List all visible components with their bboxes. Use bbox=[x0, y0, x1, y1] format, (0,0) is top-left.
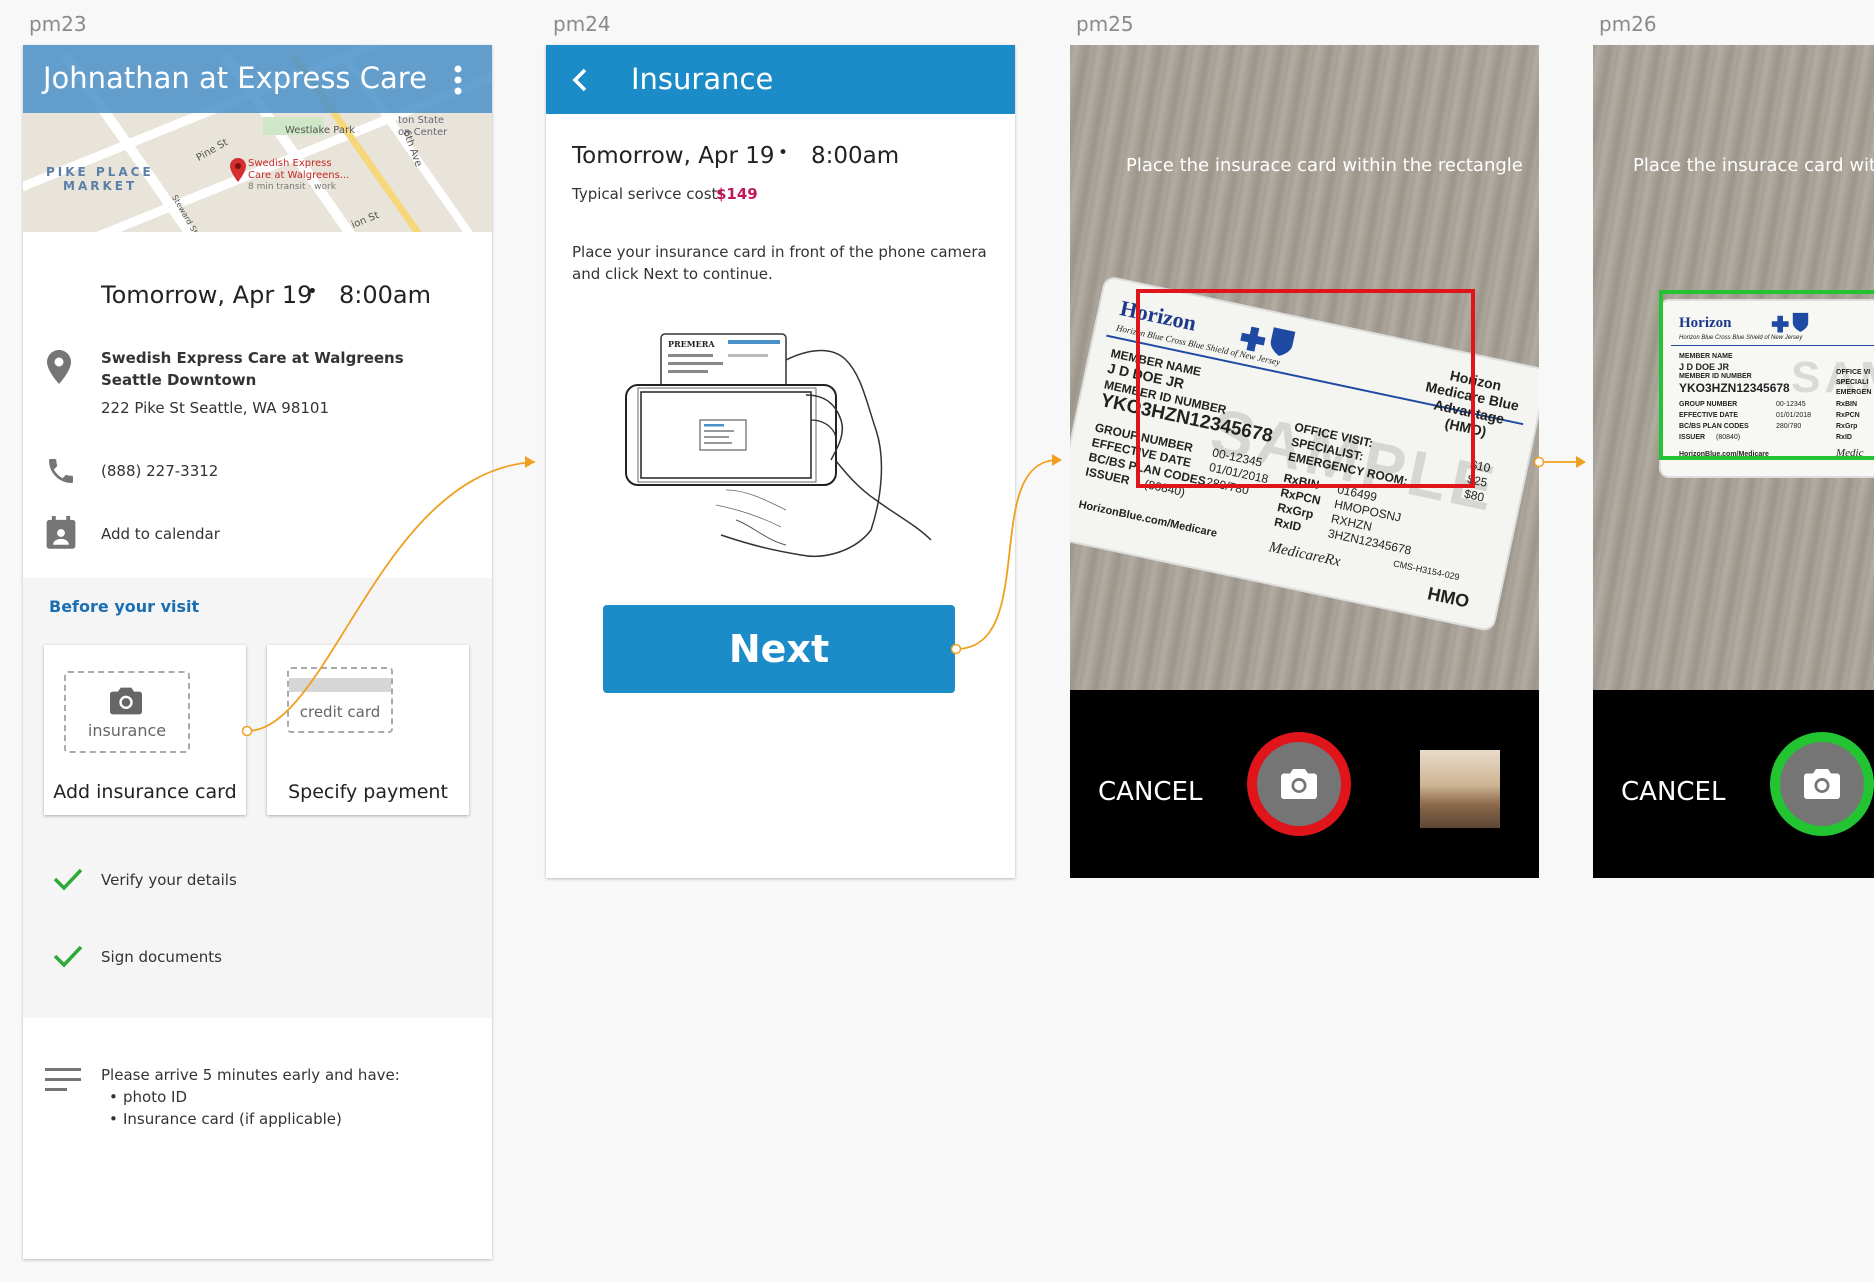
flow-arrow-head bbox=[1576, 456, 1586, 468]
flow-arrow bbox=[246, 461, 536, 732]
flow-arrow-head bbox=[525, 456, 535, 468]
flow-arrow-start bbox=[950, 643, 962, 655]
flow-arrow-head bbox=[1052, 454, 1062, 466]
flow-arrow-start bbox=[1533, 456, 1545, 468]
flow-connectors bbox=[241, 454, 1586, 737]
flow-arrow-start bbox=[241, 725, 253, 737]
flow-arrow bbox=[955, 459, 1059, 650]
